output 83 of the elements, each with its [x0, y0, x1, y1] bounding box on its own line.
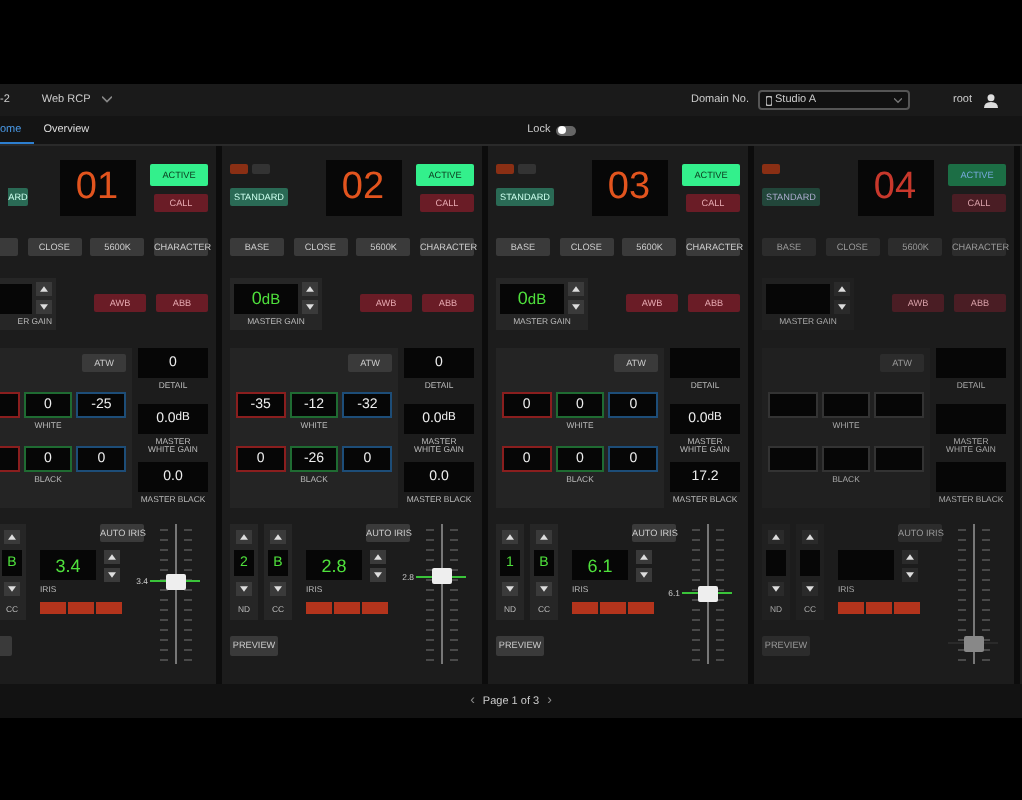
step-up-button[interactable]: [370, 549, 386, 564]
step-down-button[interactable]: [4, 581, 20, 596]
step-down-button[interactable]: [536, 581, 552, 596]
step-down-button[interactable]: [502, 581, 518, 596]
caret-icon: [102, 96, 113, 104]
step-up-button[interactable]: [536, 529, 552, 544]
step-up-button[interactable]: [636, 549, 652, 564]
step-up-button[interactable]: [4, 529, 20, 544]
filter-value: [800, 549, 820, 576]
up-arrow-icon: [374, 553, 382, 560]
iris-preset-button[interactable]: [362, 601, 388, 614]
step-up-button[interactable]: [36, 282, 52, 296]
fader-handle[interactable]: [432, 568, 452, 585]
down-arrow-icon: [838, 304, 846, 310]
down-arrow-icon: [374, 571, 382, 578]
step-up-button[interactable]: [270, 529, 286, 544]
fader-handle[interactable]: [166, 573, 186, 590]
fader-scale-drawing: [156, 523, 196, 664]
up-arrow-icon: [306, 286, 314, 292]
down-arrow-icon: [240, 585, 248, 592]
camera-number: 04: [857, 160, 933, 216]
up-arrow-icon: [108, 553, 116, 560]
camera-number: 01: [59, 160, 135, 216]
step-down-button[interactable]: [270, 581, 286, 596]
iris-preset-button[interactable]: [40, 601, 66, 614]
iris-preset-button[interactable]: [68, 601, 94, 614]
iris-preset-button[interactable]: [334, 601, 360, 614]
down-arrow-icon: [40, 304, 48, 310]
up-arrow-icon: [906, 553, 914, 560]
down-arrow-icon: [306, 304, 314, 310]
fader-handle[interactable]: [698, 585, 718, 602]
down-arrow-icon: [806, 585, 814, 592]
up-arrow-icon: [8, 533, 16, 540]
step-down-button[interactable]: [236, 581, 252, 596]
step-down-button[interactable]: [36, 300, 52, 314]
down-arrow-icon: [108, 571, 116, 578]
iris-preset-button[interactable]: [306, 601, 332, 614]
step-up-button[interactable]: [568, 282, 584, 296]
iris-preset-button[interactable]: [572, 601, 598, 614]
iris-preset-button[interactable]: [600, 601, 626, 614]
user-icon[interactable]: [984, 93, 998, 107]
up-arrow-icon: [274, 533, 282, 540]
up-arrow-icon: [772, 533, 780, 540]
step-down-button[interactable]: [636, 567, 652, 582]
step-up-button[interactable]: [104, 549, 120, 564]
iris-value: 2.8: [306, 550, 362, 581]
up-arrow-icon: [240, 533, 248, 540]
down-arrow-icon: [274, 585, 282, 592]
caret-icon: [893, 97, 902, 103]
up-arrow-icon: [506, 533, 514, 540]
step-up-button[interactable]: [236, 529, 252, 544]
up-arrow-icon: [40, 286, 48, 292]
down-arrow-icon: [640, 571, 648, 578]
step-down-button[interactable]: [302, 300, 318, 314]
iris-value: 3.4: [40, 550, 96, 581]
step-down-button[interactable]: [104, 567, 120, 582]
down-arrow-icon: [772, 585, 780, 592]
down-arrow-icon: [906, 571, 914, 578]
iris-preset-button[interactable]: [96, 601, 122, 614]
iris-preset-button[interactable]: [628, 601, 654, 614]
iris-value: 6.1: [572, 550, 628, 581]
lock-toggle[interactable]: [556, 125, 577, 135]
fader-scale-drawing: [688, 523, 728, 664]
step-up-button[interactable]: [502, 529, 518, 544]
fader-scale-drawing: [422, 523, 462, 664]
down-arrow-icon: [8, 585, 16, 592]
master-gain-display: [766, 283, 830, 313]
fader-scale-drawing: [954, 523, 994, 664]
step-down-button[interactable]: [370, 567, 386, 582]
down-arrow-icon: [572, 304, 580, 310]
up-arrow-icon: [572, 286, 580, 292]
up-arrow-icon: [640, 553, 648, 560]
up-arrow-icon: [540, 533, 548, 540]
camera-number: 02: [325, 160, 401, 216]
down-arrow-icon: [506, 585, 514, 592]
step-down-button[interactable]: [568, 300, 584, 314]
step-up-button[interactable]: [302, 282, 318, 296]
camera-number: 03: [591, 160, 667, 216]
down-arrow-icon: [540, 585, 548, 592]
up-arrow-icon: [838, 286, 846, 292]
filter-value: [766, 549, 786, 576]
up-arrow-icon: [806, 533, 814, 540]
lock-icon: [765, 95, 772, 105]
